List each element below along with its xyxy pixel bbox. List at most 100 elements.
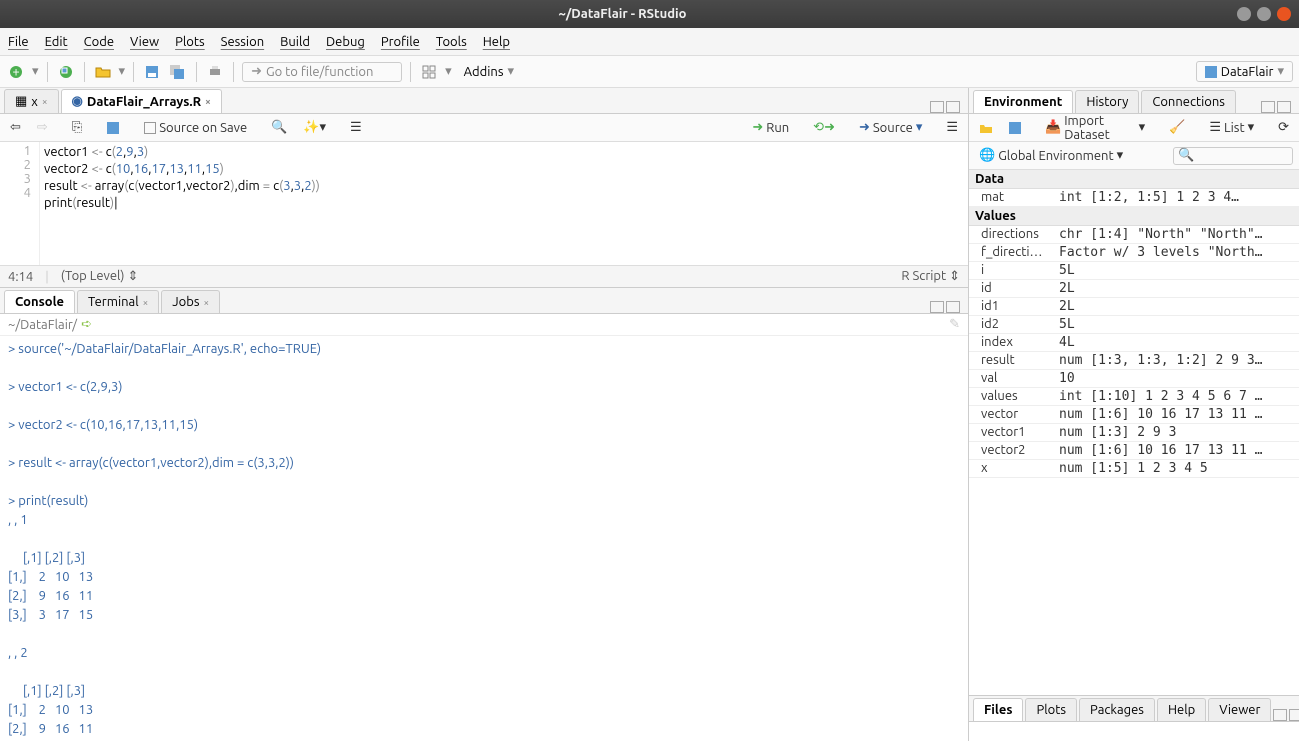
- find-button[interactable]: 🔍: [267, 118, 291, 137]
- wand-button[interactable]: ✨▾: [299, 118, 330, 137]
- new-project-button[interactable]: [56, 62, 76, 82]
- env-row[interactable]: directionschr [1:4] "North" "North"…: [969, 226, 1299, 244]
- run-button[interactable]: ➜ Run: [748, 118, 793, 137]
- menu-code[interactable]: Code: [84, 35, 114, 49]
- save-workspace-button[interactable]: [1005, 120, 1025, 136]
- env-row[interactable]: id12L: [969, 298, 1299, 316]
- show-in-new-window-button[interactable]: ⎘: [68, 118, 86, 137]
- env-var-value: num [1:3, 1:3, 1:2] 2 9 3…: [1059, 353, 1299, 368]
- maximize-pane-icon[interactable]: [1277, 101, 1291, 113]
- new-file-button[interactable]: +: [6, 62, 26, 82]
- goto-file-input[interactable]: ➜ Go to file/function: [242, 62, 402, 82]
- list-view-button[interactable]: ☰ List ▾: [1205, 118, 1258, 137]
- tab-files[interactable]: Files: [973, 698, 1023, 721]
- env-row[interactable]: id2L: [969, 280, 1299, 298]
- import-dataset-button[interactable]: 📥 Import Dataset ▾: [1041, 112, 1149, 144]
- tab-jobs[interactable]: Jobs×: [161, 290, 220, 313]
- env-row[interactable]: matint [1:2, 1:5] 1 2 3 4…: [969, 189, 1299, 207]
- menu-file[interactable]: File: [8, 35, 29, 49]
- outline-button[interactable]: ☰: [346, 118, 366, 137]
- save-all-button[interactable]: [168, 62, 188, 82]
- tab-connections[interactable]: Connections: [1141, 90, 1236, 113]
- file-type-selector[interactable]: R Script ⇕: [901, 269, 960, 284]
- close-tab-icon[interactable]: ×: [143, 297, 149, 308]
- forward-button[interactable]: ⇨: [33, 118, 52, 137]
- minimize-pane-icon[interactable]: [1261, 101, 1275, 113]
- menu-tools[interactable]: Tools: [436, 35, 467, 49]
- env-row[interactable]: val10: [969, 370, 1299, 388]
- close-tab-icon[interactable]: ×: [205, 96, 211, 107]
- menu-view[interactable]: View: [130, 35, 159, 49]
- menu-debug[interactable]: Debug: [326, 35, 365, 49]
- source-tab-x[interactable]: ▦ x ×: [4, 89, 59, 113]
- code-content[interactable]: vector1 <- c(2,9,3) vector2 <- c(10,16,1…: [40, 142, 968, 265]
- source-button[interactable]: ➜ Source ▾: [855, 118, 926, 137]
- env-row[interactable]: i5L: [969, 262, 1299, 280]
- maximize-pane-icon[interactable]: [946, 301, 960, 313]
- minimize-pane-icon[interactable]: [930, 301, 944, 313]
- tab-history[interactable]: History: [1075, 90, 1139, 113]
- project-selector[interactable]: DataFlair ▾: [1196, 61, 1293, 82]
- env-var-name: x: [969, 461, 1059, 476]
- tab-packages[interactable]: Packages: [1079, 698, 1155, 721]
- maximize-pane-icon[interactable]: [946, 101, 960, 113]
- env-row[interactable]: id25L: [969, 316, 1299, 334]
- env-var-value: 5L: [1059, 317, 1299, 332]
- save-file-button[interactable]: [102, 119, 124, 137]
- outline-toggle-button[interactable]: ☰: [942, 118, 962, 137]
- rerun-button[interactable]: ⟲➜: [809, 118, 839, 137]
- tab-plots[interactable]: Plots: [1025, 698, 1077, 721]
- line-gutter: 1234: [0, 142, 40, 265]
- menu-plots[interactable]: Plots: [175, 35, 205, 49]
- env-var-name: id: [969, 281, 1059, 296]
- env-row[interactable]: vectornum [1:6] 10 16 17 13 11 …: [969, 406, 1299, 424]
- maximize-pane-icon[interactable]: [1289, 709, 1299, 721]
- minimize-pane-icon[interactable]: [930, 101, 944, 113]
- grid-button[interactable]: [419, 62, 439, 82]
- load-workspace-button[interactable]: [975, 120, 997, 136]
- env-row[interactable]: resultnum [1:3, 1:3, 1:2] 2 9 3…: [969, 352, 1299, 370]
- clear-env-button[interactable]: 🧹: [1165, 118, 1189, 137]
- clear-console-icon[interactable]: ✎: [949, 317, 960, 332]
- tab-terminal[interactable]: Terminal×: [77, 290, 159, 313]
- open-file-button[interactable]: [93, 62, 113, 82]
- tab-environment[interactable]: Environment: [973, 90, 1073, 113]
- env-search-input[interactable]: 🔍: [1173, 147, 1293, 165]
- maximize-button[interactable]: [1257, 7, 1271, 21]
- scope-selector[interactable]: (Top Level) ⇕: [61, 269, 139, 284]
- tab-help[interactable]: Help: [1157, 698, 1206, 721]
- env-var-value: 10: [1059, 371, 1299, 386]
- menu-edit[interactable]: Edit: [45, 35, 68, 49]
- print-button[interactable]: [205, 62, 225, 82]
- save-button[interactable]: [142, 62, 162, 82]
- minimize-button[interactable]: [1237, 7, 1251, 21]
- env-row[interactable]: f_directi…Factor w/ 3 levels "North…: [969, 244, 1299, 262]
- source-on-save-check[interactable]: Source on Save: [140, 119, 251, 137]
- env-row[interactable]: xnum [1:5] 1 2 3 4 5: [969, 460, 1299, 478]
- close-tab-icon[interactable]: ×: [42, 96, 48, 107]
- env-row[interactable]: index4L: [969, 334, 1299, 352]
- tab-viewer[interactable]: Viewer: [1208, 698, 1271, 721]
- tab-console[interactable]: Console: [4, 290, 75, 313]
- minimize-pane-icon[interactable]: [1273, 709, 1287, 721]
- console-path: ~/DataFlair/ ➪ ✎: [0, 314, 968, 336]
- addins-button[interactable]: Addins ▾: [458, 62, 520, 81]
- close-tab-icon[interactable]: ×: [204, 297, 210, 308]
- back-button[interactable]: ⇦: [6, 118, 25, 137]
- menu-profile[interactable]: Profile: [381, 35, 420, 49]
- menu-build[interactable]: Build: [280, 35, 310, 49]
- code-editor[interactable]: 1234 vector1 <- c(2,9,3) vector2 <- c(10…: [0, 142, 968, 265]
- env-row[interactable]: vector2num [1:6] 10 16 17 13 11 …: [969, 442, 1299, 460]
- env-var-value: int [1:10] 1 2 3 4 5 6 7 …: [1059, 389, 1299, 404]
- console-output[interactable]: > source('~/DataFlair/DataFlair_Arrays.R…: [0, 336, 968, 741]
- source-toolbar: ⇦ ⇨ ⎘ Source on Save 🔍 ✨▾ ☰: [0, 114, 968, 142]
- source-tab-arrays[interactable]: ◉ DataFlair_Arrays.R ×: [61, 89, 222, 113]
- menu-help[interactable]: Help: [483, 35, 510, 49]
- env-row[interactable]: valuesint [1:10] 1 2 3 4 5 6 7 …: [969, 388, 1299, 406]
- menu-session[interactable]: Session: [221, 35, 264, 49]
- close-button[interactable]: [1277, 7, 1291, 21]
- refresh-button[interactable]: ⟳: [1274, 118, 1293, 137]
- global-env-selector[interactable]: 🌐 Global Environment ▾: [975, 146, 1127, 165]
- r-file-icon: ◉: [72, 94, 83, 109]
- env-row[interactable]: vector1num [1:3] 2 9 3: [969, 424, 1299, 442]
